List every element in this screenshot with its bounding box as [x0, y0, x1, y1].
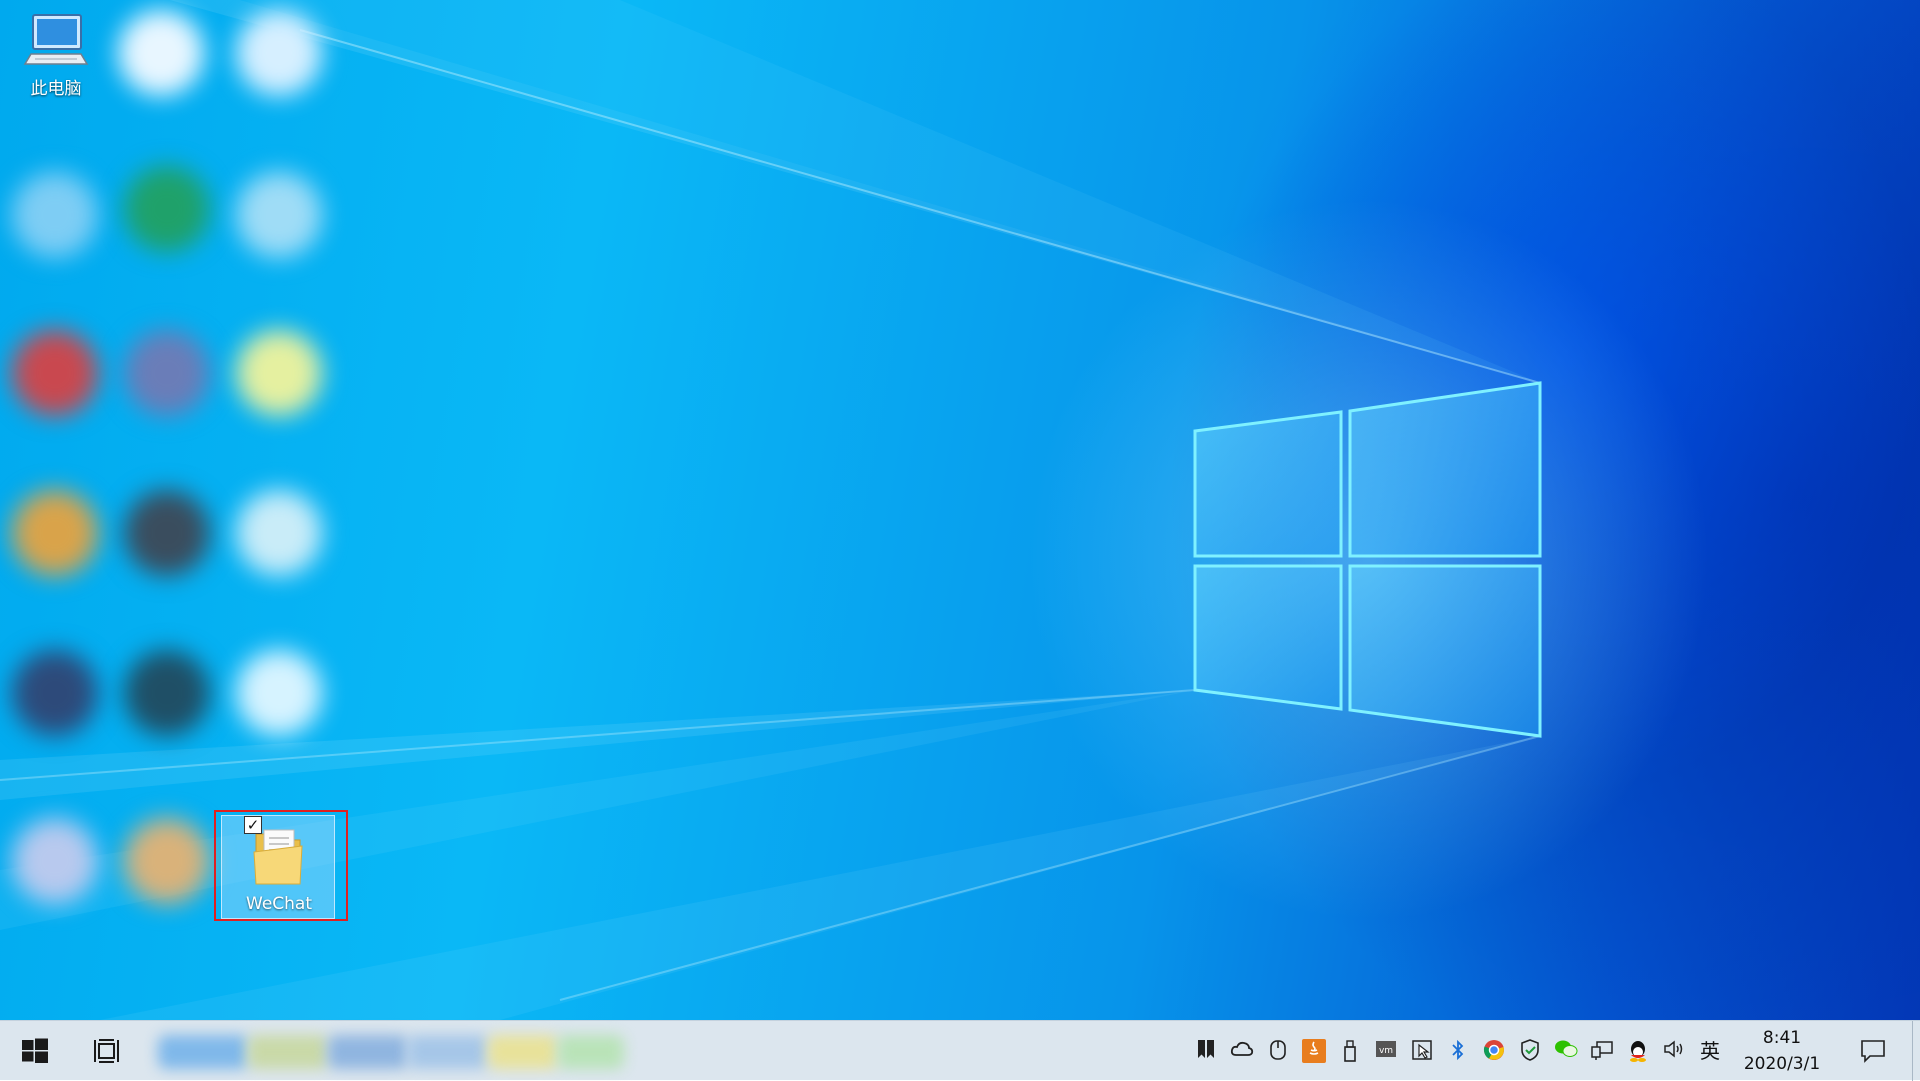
blurred-desktop-icon[interactable]	[12, 330, 98, 416]
desktop-icon-this-pc[interactable]: 此电脑	[6, 10, 106, 99]
mouse-icon[interactable]	[1266, 1039, 1290, 1063]
blurred-desktop-icon[interactable]	[118, 10, 204, 96]
usb-drive-icon[interactable]	[1338, 1039, 1362, 1063]
blurred-taskbar-app[interactable]	[558, 1035, 624, 1069]
blurred-desktop-icon[interactable]	[12, 650, 98, 736]
blurred-desktop-icon[interactable]	[12, 490, 98, 576]
qq-icon[interactable]	[1626, 1039, 1650, 1063]
highlight-box	[214, 810, 348, 921]
blurred-desktop-icon[interactable]	[124, 330, 210, 416]
input-language-indicator[interactable]: 英	[1696, 1039, 1724, 1063]
blurred-taskbar-app[interactable]	[488, 1035, 558, 1069]
svg-text:vm: vm	[1379, 1046, 1393, 1056]
blurred-taskbar-app[interactable]	[408, 1035, 488, 1069]
bluetooth-icon[interactable]	[1446, 1039, 1470, 1063]
blurred-desktop-icon[interactable]	[124, 166, 210, 252]
chrome-icon[interactable]	[1482, 1039, 1506, 1063]
blurred-taskbar-app[interactable]	[158, 1035, 248, 1069]
windows-logo-icon	[22, 1038, 48, 1063]
blurred-desktop-icon[interactable]	[236, 172, 322, 258]
taskbar: vm 英 8:41 2020/3/1	[0, 1020, 1920, 1081]
system-clock[interactable]: 8:41 2020/3/1	[1728, 1025, 1836, 1077]
pointer-tool-icon[interactable]	[1410, 1039, 1434, 1063]
clock-time: 8:41	[1762, 1028, 1802, 1048]
desktop[interactable]: 此电脑 WeChat ✓	[0, 0, 1920, 1020]
taskbar-pinned-apps[interactable]	[152, 1029, 628, 1073]
blurred-desktop-icon[interactable]	[12, 818, 98, 904]
bookmark-icon[interactable]	[1194, 1039, 1218, 1063]
blurred-desktop-icon[interactable]	[124, 650, 210, 736]
desktop-icon-label: 此电脑	[30, 79, 82, 99]
blurred-taskbar-app[interactable]	[248, 1035, 328, 1069]
cloud-icon[interactable]	[1230, 1039, 1254, 1063]
notification-center-icon[interactable]	[1858, 1039, 1888, 1063]
security-shield-icon[interactable]	[1518, 1039, 1542, 1063]
blurred-desktop-icon[interactable]	[236, 330, 322, 416]
task-view-button[interactable]	[80, 1021, 136, 1081]
vmware-icon[interactable]: vm	[1374, 1039, 1398, 1063]
blurred-desktop-icon[interactable]	[124, 818, 210, 904]
blurred-desktop-icon[interactable]	[236, 650, 322, 736]
wechat-tray-icon[interactable]	[1554, 1039, 1578, 1063]
blurred-taskbar-app[interactable]	[328, 1035, 408, 1069]
this-pc-icon	[23, 14, 89, 65]
start-button[interactable]	[0, 1021, 70, 1081]
show-desktop-button[interactable]	[1912, 1021, 1920, 1081]
volume-icon[interactable]	[1662, 1039, 1686, 1063]
task-view-icon	[94, 1039, 119, 1063]
clock-date: 2020/3/1	[1743, 1054, 1821, 1074]
blurred-desktop-icon[interactable]	[236, 10, 322, 96]
java-icon[interactable]	[1302, 1039, 1326, 1063]
blurred-desktop-icon[interactable]	[236, 490, 322, 576]
network-icon[interactable]	[1590, 1039, 1614, 1063]
blurred-desktop-icon[interactable]	[12, 172, 98, 258]
blurred-desktop-icon[interactable]	[124, 490, 210, 576]
